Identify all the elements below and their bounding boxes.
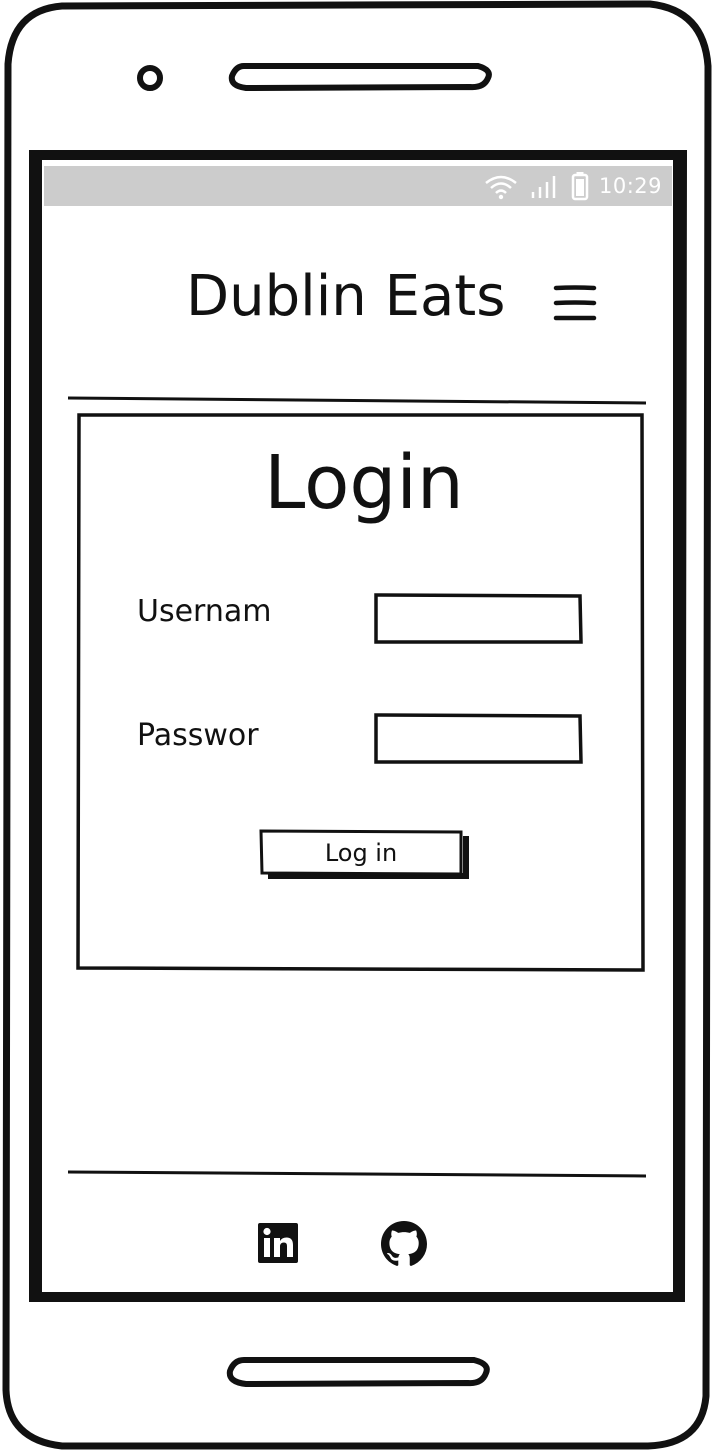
status-bar: 10:29 <box>44 166 672 206</box>
status-icons: 10:29 <box>483 170 662 202</box>
wifi-icon <box>485 175 517 200</box>
github-link[interactable] <box>381 1221 427 1266</box>
hamburger-menu-button[interactable] <box>552 283 598 325</box>
password-label: Passwor <box>137 718 259 753</box>
camera-dot <box>137 65 163 91</box>
linkedin-link[interactable] <box>256 1221 300 1265</box>
login-title: Login <box>264 440 464 526</box>
hamburger-menu-icon <box>553 285 597 321</box>
github-icon <box>381 1221 427 1266</box>
header-divider <box>67 396 647 405</box>
password-input[interactable] <box>377 716 579 760</box>
battery-icon <box>571 172 589 201</box>
home-slot <box>226 1357 490 1388</box>
footer-divider <box>67 1170 647 1178</box>
signal-icon <box>531 176 556 198</box>
login-button[interactable]: Log in <box>262 831 460 875</box>
phone-frame <box>2 0 712 1450</box>
status-time: 10:29 <box>598 174 662 198</box>
linkedin-icon <box>258 1223 298 1263</box>
username-label: Usernam <box>137 594 272 629</box>
app-title: Dublin Eats <box>186 264 506 329</box>
speaker-slot <box>228 63 492 92</box>
phone-outline <box>2 0 712 1450</box>
username-input[interactable] <box>377 596 579 640</box>
